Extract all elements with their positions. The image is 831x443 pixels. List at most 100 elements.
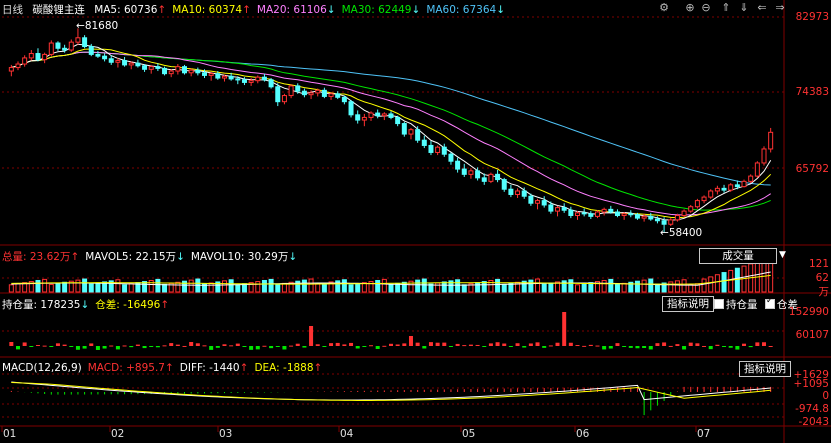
volume-bar (281, 282, 287, 293)
candle-body (614, 211, 620, 216)
volume-bar (8, 284, 14, 293)
candle-body (508, 188, 514, 195)
volume-bar (375, 279, 381, 293)
volume-bar (42, 278, 48, 293)
candle-body (488, 173, 494, 182)
volume-bar (688, 284, 694, 293)
candle-body (308, 92, 314, 96)
position-diff-bar (262, 345, 267, 347)
settings-icon[interactable]: ⚙ (658, 2, 670, 14)
position-diff-bar (415, 342, 420, 346)
move-right-icon[interactable]: ⇒ (774, 2, 786, 14)
ma-legend-arrow: ↓ (326, 4, 336, 16)
macd-indicator-explain-button[interactable]: 指标说明 (739, 361, 791, 377)
volume-bar (535, 278, 541, 293)
position-diff-bar (675, 344, 680, 346)
mavol10-line (11, 274, 771, 285)
candle-body (588, 213, 594, 217)
candle-body (455, 160, 461, 170)
candle-body (28, 53, 34, 59)
candle-body (235, 78, 241, 81)
position-diff-bar (428, 342, 433, 346)
position-diff-bar (582, 345, 587, 347)
candle-body (668, 219, 674, 225)
macd-axis-label: -2043 (798, 416, 829, 428)
oi-indicator-explain-button[interactable]: 指标说明 (662, 296, 714, 312)
position-diff-bar (468, 344, 473, 346)
position-diff-bar (542, 346, 547, 348)
candle-body (761, 148, 767, 164)
low-annotation: ←58400 (660, 227, 703, 239)
position-diff-bar (235, 343, 240, 346)
macd-legend-item: MACD(12,26,9) (2, 362, 82, 374)
candle-body (135, 62, 141, 67)
volume-axis-label: 121 (808, 258, 829, 270)
move-down-icon[interactable]: ⇓ (738, 2, 750, 14)
price-axis-label: 82973 (795, 11, 829, 23)
candle-body (201, 72, 207, 76)
position-diff-bar (249, 346, 254, 350)
zoom-in-icon[interactable]: ⊕ (684, 2, 696, 14)
position-diff-bar (329, 343, 334, 346)
position-diff-bar (668, 345, 673, 347)
dropdown-arrow-icon[interactable]: ▼ (779, 250, 786, 260)
move-up-icon[interactable]: ⇑ (720, 2, 732, 14)
position-diff-checkbox[interactable] (764, 296, 775, 309)
position-diff-bar (508, 346, 513, 347)
candle-body (421, 139, 427, 146)
position-diff-bar (702, 345, 707, 347)
position-diff-bar (755, 342, 760, 346)
candle-body (215, 73, 221, 79)
ma30-line (11, 51, 771, 211)
candle-body (714, 187, 720, 192)
candle-body (661, 220, 667, 225)
candle-body (301, 90, 307, 96)
position-diff-bar (222, 344, 227, 346)
period-label[interactable]: 日线 (2, 4, 23, 16)
volume-indicator-button[interactable]: 成交量 (699, 248, 777, 264)
candle-body (115, 60, 121, 63)
candle-body (48, 42, 54, 55)
position-diff-bar (95, 346, 100, 350)
volume-bar (674, 280, 680, 293)
position-diff-bar (15, 346, 20, 350)
open-interest-checkbox[interactable] (714, 299, 724, 309)
volume-bar (495, 278, 501, 293)
candle-body (162, 67, 168, 75)
open-interest-checkbox-label[interactable]: 持仓量 (726, 299, 758, 311)
candle-body (594, 211, 600, 217)
candle-body (548, 204, 554, 212)
position-diff-bar (435, 342, 440, 346)
candle-body (168, 70, 174, 75)
volume-bar (315, 283, 321, 293)
volume-bar (701, 278, 707, 293)
position-diff-bar (655, 343, 660, 346)
volume-bar (634, 280, 640, 293)
zoom-out-icon[interactable]: ⊖ (700, 2, 712, 14)
position-diff-bar (555, 342, 560, 346)
position-diff-bar (62, 344, 67, 346)
candle-body (428, 144, 434, 153)
position-diff-bar (82, 346, 87, 349)
candle-body (741, 180, 747, 188)
volume-bar (335, 280, 341, 293)
position-diff-bar (369, 345, 374, 347)
candle-body (75, 37, 81, 43)
candle-body (708, 190, 714, 198)
volume-bar (541, 283, 547, 293)
chart-canvas[interactable] (0, 0, 831, 443)
candle-body (541, 200, 547, 206)
volume-bar (381, 278, 387, 293)
position-diff-bar (768, 345, 773, 347)
candle-body (341, 96, 347, 103)
position-diff-bar (382, 345, 387, 347)
candle-body (535, 200, 541, 204)
candle-body (461, 168, 467, 175)
volume-bar (621, 282, 627, 293)
oi-legend-arrow: ↓ (80, 299, 90, 311)
candle-body (621, 213, 627, 216)
macd-legend-arrow: ↑ (313, 362, 323, 374)
position-diff-bar (515, 343, 520, 346)
position-diff-bar (735, 346, 740, 350)
move-left-icon[interactable]: ⇐ (756, 2, 768, 14)
